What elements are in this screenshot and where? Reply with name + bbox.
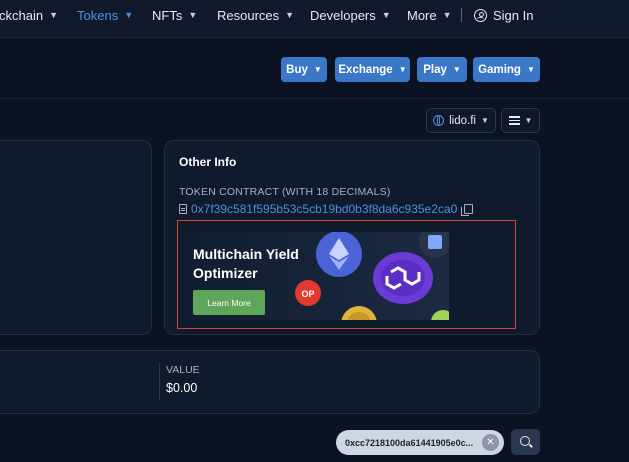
chevron-down-icon: ▼ — [188, 10, 198, 20]
chevron-down-icon: ▼ — [526, 65, 535, 74]
svg-text:OP: OP — [301, 289, 314, 299]
official-site-dropdown[interactable]: lido.fi ▼ — [426, 108, 496, 133]
filter-address: 0xcc7218100da61441905e0c... — [345, 437, 474, 448]
search-button[interactable] — [511, 429, 540, 455]
value-amount: $0.00 — [166, 381, 198, 395]
chevron-down-icon: ▼ — [381, 10, 391, 20]
nav-item-more[interactable]: More ▼ — [407, 0, 452, 30]
chevron-down-icon: ▼ — [442, 10, 452, 20]
more-options-dropdown[interactable]: ▼ — [501, 108, 540, 133]
contract-address-link[interactable]: 0x7f39c581f595b53c5cb19bd0b3f8da6c935e2c… — [191, 202, 457, 216]
nav-item-developers[interactable]: Developers ▼ — [310, 0, 391, 30]
gaming-button[interactable]: Gaming ▼ — [473, 57, 540, 82]
overview-card — [0, 140, 152, 335]
nav-divider — [461, 8, 462, 22]
ad-coin-artwork: OP — [295, 232, 449, 320]
search-icon — [519, 436, 530, 446]
value-label: VALUE — [166, 364, 200, 376]
copy-icon[interactable] — [461, 204, 474, 216]
top-nav: ckchain ▼ Tokens ▼ NFTs ▼ Resources ▼ De… — [0, 0, 629, 38]
ad-banner[interactable]: Multichain Yield Optimizer Learn More OP — [179, 232, 449, 320]
chevron-down-icon: ▼ — [398, 65, 407, 74]
nav-item-resources[interactable]: Resources ▼ — [217, 0, 294, 30]
chevron-down-icon: ▼ — [124, 10, 134, 20]
contract-label: TOKEN CONTRACT (WITH 18 DECIMALS) — [179, 186, 391, 198]
nav-item-blockchain[interactable]: ckchain ▼ — [0, 0, 58, 30]
sign-in-link[interactable]: Sign In — [474, 0, 533, 30]
play-button[interactable]: Play ▼ — [417, 57, 467, 82]
chevron-down-icon: ▼ — [313, 65, 322, 74]
green-coin-icon — [431, 310, 449, 320]
other-info-title: Other Info — [179, 155, 237, 169]
ad-highlight-frame: Multichain Yield Optimizer Learn More OP — [177, 220, 516, 329]
user-icon — [474, 8, 487, 22]
chevron-down-icon: ▼ — [524, 116, 533, 125]
chevron-down-icon: ▼ — [49, 10, 58, 20]
close-icon[interactable]: ✕ — [482, 434, 499, 451]
chevron-down-icon: ▼ — [452, 65, 461, 74]
chevron-down-icon: ▼ — [285, 10, 295, 20]
list-icon — [508, 116, 520, 125]
nav-item-nfts[interactable]: NFTs ▼ — [152, 0, 197, 30]
globe-icon — [433, 115, 445, 126]
document-icon — [179, 204, 187, 214]
holdings-card — [0, 350, 540, 414]
exchange-button[interactable]: Exchange ▼ — [335, 57, 410, 82]
value-divider — [159, 362, 160, 400]
section-divider — [0, 98, 629, 99]
contract-row: 0x7f39c581f595b53c5cb19bd0b3f8da6c935e2c… — [179, 202, 474, 216]
buy-button[interactable]: Buy ▼ — [281, 57, 327, 82]
chevron-down-icon: ▼ — [480, 116, 489, 125]
address-filter-chip: 0xcc7218100da61441905e0c... ✕ — [336, 430, 504, 455]
nav-item-tokens[interactable]: Tokens ▼ — [77, 0, 133, 30]
